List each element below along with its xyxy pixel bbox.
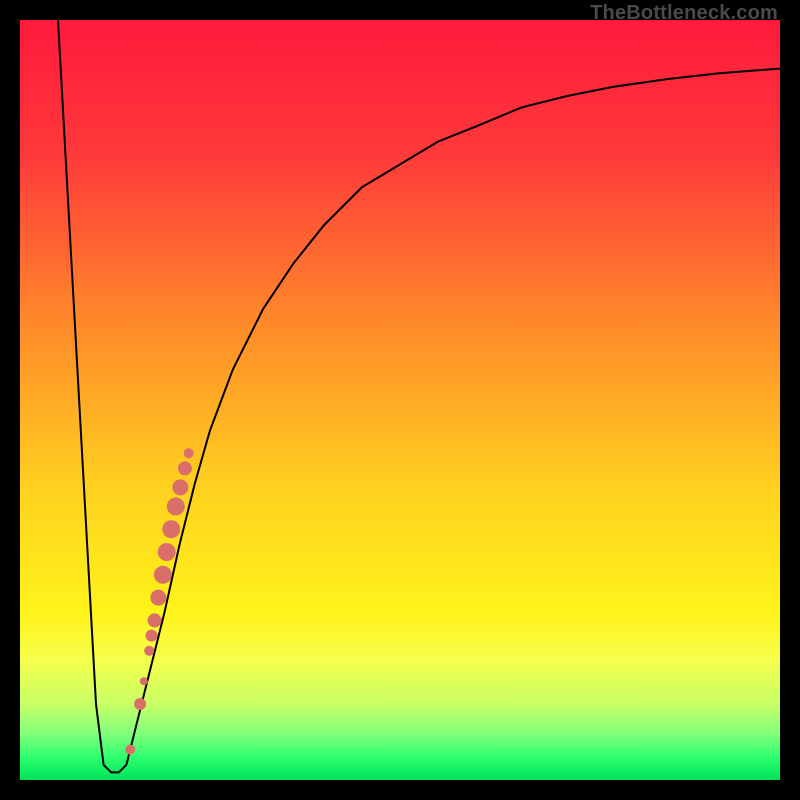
curve-layer bbox=[20, 20, 780, 780]
marker-point bbox=[144, 646, 154, 656]
bottleneck-curve bbox=[58, 20, 780, 772]
watermark-text: TheBottleneck.com bbox=[590, 2, 778, 25]
marker-point bbox=[158, 543, 176, 561]
marker-point bbox=[145, 630, 157, 642]
highlight-markers bbox=[125, 448, 194, 754]
marker-point bbox=[154, 566, 172, 584]
plot-area bbox=[20, 20, 780, 780]
marker-point bbox=[167, 497, 185, 515]
marker-point bbox=[172, 479, 188, 495]
chart-frame: TheBottleneck.com bbox=[0, 0, 800, 800]
marker-point bbox=[125, 745, 135, 755]
marker-point bbox=[150, 590, 166, 606]
marker-point bbox=[184, 448, 194, 458]
marker-point bbox=[178, 461, 192, 475]
marker-point bbox=[134, 698, 146, 710]
marker-point bbox=[148, 613, 162, 627]
marker-point bbox=[140, 677, 148, 685]
marker-point bbox=[162, 520, 180, 538]
